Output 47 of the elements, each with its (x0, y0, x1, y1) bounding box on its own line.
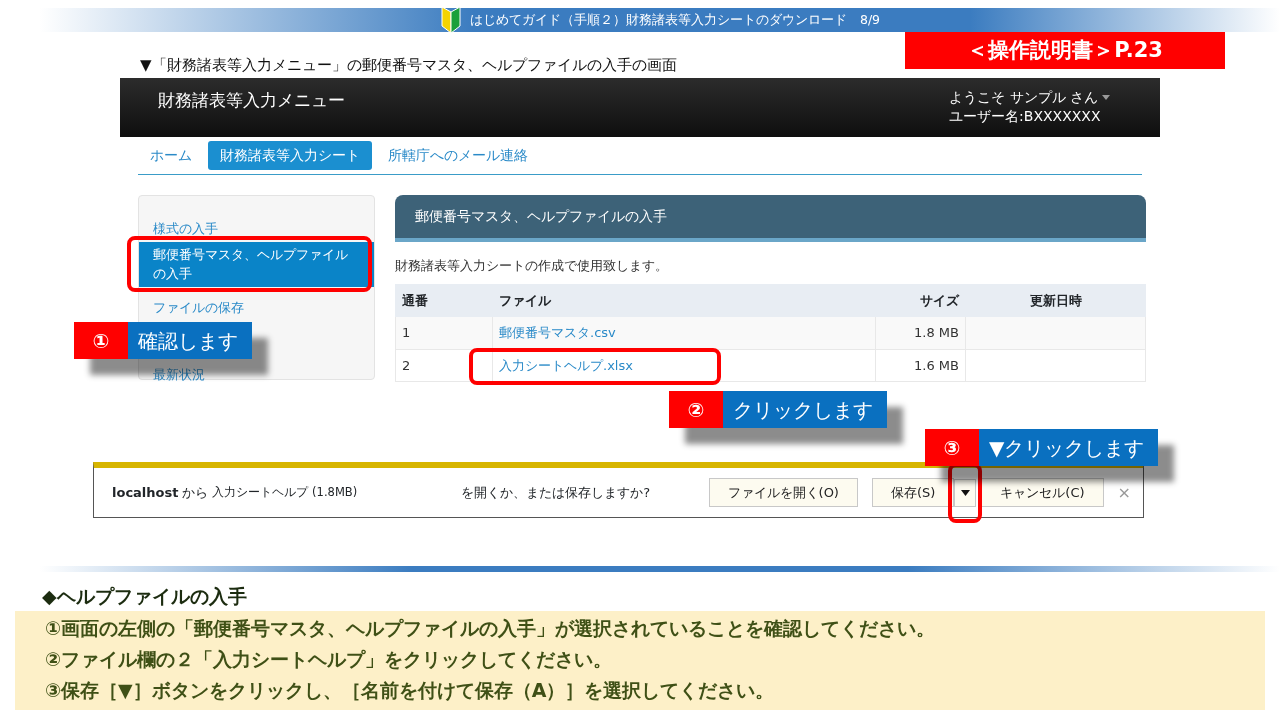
close-button[interactable]: × (1117, 480, 1131, 505)
callout-text: クリックします (723, 391, 887, 428)
panel-description: 財務諸表等入力シートの作成で使用致します。 (395, 257, 669, 275)
file-link[interactable]: 郵便番号マスタ.csv (499, 325, 616, 340)
column-header: 更新日時 (965, 284, 1146, 317)
app-brand: 財務諸表等入力メニュー (157, 89, 345, 112)
cancel-button[interactable]: キャンセル(C) (981, 477, 1104, 508)
sidebar-item[interactable]: 郵便番号マスタ、ヘルプファイルの入手 (139, 241, 374, 287)
from-label: から (182, 483, 209, 502)
nav-tab[interactable]: ホーム (138, 141, 204, 170)
instructions-title: ◆ヘルプファイルの入手 (42, 584, 248, 609)
table-cell: 1 (395, 316, 493, 349)
column-header: ファイル (492, 284, 876, 317)
download-file: 入力シートヘルプ (1.8MB) (212, 483, 358, 501)
open-file-button[interactable]: ファイルを開く(O) (708, 477, 858, 508)
step-number: ① (74, 322, 128, 359)
step-number: ② (669, 391, 723, 428)
beginner-mark-icon (439, 6, 462, 34)
instruction-step: ②ファイル欄の２「入力シートヘルプ」をクリックしてください。 (45, 643, 1265, 675)
instruction-step: ③保存［▼］ボタンをクリックし、［名前を付けて保存（A）］を選択してください。 (45, 674, 1265, 706)
sidebar-item[interactable]: 様式の入手 (139, 216, 374, 242)
screen-caption: ▼「財務諸表等入力メニュー」の郵便番号マスタ、ヘルプファイルの入手の画面 (140, 54, 677, 76)
instruction-step: ①画面の左側の「郵便番号マスタ、ヘルプファイルの入手」が選択されていることを確認してください。 (45, 612, 1265, 644)
column-header: サイズ (875, 284, 966, 317)
step-number: ③ (925, 429, 979, 466)
save-dropdown-button[interactable] (954, 478, 977, 507)
callout-text: 確認します (128, 322, 252, 359)
sidebar-item[interactable]: 最新状況 (139, 362, 374, 388)
caret-icon (960, 490, 970, 497)
nav-tab[interactable]: 財務諸表等入力シート (208, 141, 372, 170)
caret-icon (1102, 94, 1110, 100)
column-header: 通番 (395, 284, 493, 317)
user-name: ユーザー名:BXXXXXXX (949, 106, 1102, 126)
callout-text: ▼クリックします (979, 429, 1159, 466)
download-question: を開くか、または保存しますか? (461, 483, 651, 502)
manual-reference: ＜操作説明書＞P.23 (905, 32, 1225, 69)
file-link[interactable]: 入力シートヘルプ.xlsx (499, 357, 633, 373)
nav-tab[interactable]: 所轄庁へのメール連絡 (376, 141, 540, 170)
save-button[interactable]: 保存(S) (871, 477, 955, 508)
table-cell: 2 (395, 349, 493, 382)
user-greeting[interactable]: ようこそ サンプル さん (949, 88, 1098, 107)
download-source: localhost (112, 483, 179, 502)
sidebar-item[interactable]: ファイルの保存 (139, 294, 374, 320)
table-cell: 1.8 MB (875, 316, 966, 349)
table-cell: 1.6 MB (875, 349, 966, 382)
panel-title: 郵便番号マスタ、ヘルプファイルの入手 (395, 195, 1146, 242)
slide-header: はじめてガイド（手順２）財務諸表等入力シートのダウンロード 8/9 (469, 10, 881, 29)
